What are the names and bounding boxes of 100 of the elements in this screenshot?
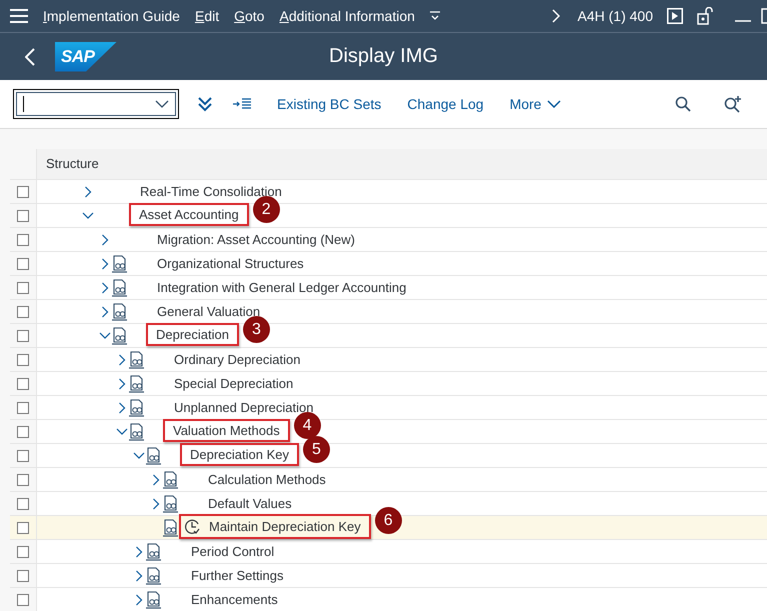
tree-node-label[interactable]: Enhancements [191,592,278,607]
unlock-icon[interactable] [697,7,713,25]
document-icon[interactable] [162,470,179,488]
checkbox[interactable] [17,426,29,438]
document-icon[interactable] [145,542,162,560]
tree-node-label[interactable]: General Valuation [157,304,260,319]
document-icon[interactable] [145,590,162,608]
menu-item[interactable]: Implementation Guide [43,8,180,24]
expand-icon[interactable] [135,546,143,558]
document-icon[interactable] [128,422,145,440]
tree-node-label[interactable]: Unplanned Depreciation [174,400,314,415]
document-icon[interactable] [145,446,162,464]
expand-icon[interactable] [84,186,92,198]
expand-icon[interactable] [101,282,109,294]
toolbar-button[interactable]: More [510,96,562,112]
checkbox[interactable] [17,474,29,486]
tree-row[interactable]: Special Depreciation [10,372,767,396]
expand-icon[interactable] [101,258,109,270]
checkbox[interactable] [17,498,29,510]
document-icon[interactable] [162,494,179,512]
tree-node-label[interactable]: Calculation Methods [208,472,326,487]
tree-row[interactable]: Period Control [10,540,767,564]
toolbar-button[interactable]: Existing BC Sets [277,96,382,112]
expand-icon[interactable] [118,354,126,366]
expand-icon[interactable] [152,498,160,510]
search-icon[interactable] [675,96,691,112]
chevron-right-icon[interactable] [552,9,560,23]
checkbox[interactable] [17,306,29,318]
tree-node-label[interactable]: Integration with General Ledger Accounting [157,280,406,295]
menu-item[interactable]: Goto [234,8,264,24]
checkbox[interactable] [17,354,29,366]
collapse-icon[interactable] [133,452,145,460]
menu-icon[interactable] [10,9,28,23]
expand-icon[interactable] [101,306,109,318]
tree-node-label[interactable]: Special Depreciation [174,376,294,391]
tree-node-label[interactable]: Depreciation [156,327,229,342]
document-icon[interactable] [128,350,145,368]
checkbox[interactable] [17,570,29,582]
menu-item[interactable]: Additional Information [279,8,415,24]
tree-row[interactable]: Ordinary Depreciation [10,348,767,372]
document-icon[interactable] [162,518,179,536]
document-icon[interactable] [111,278,128,296]
tree-node-label[interactable]: Ordinary Depreciation [174,352,300,367]
tree-node-label[interactable]: Migration: Asset Accounting (New) [157,232,355,247]
document-icon[interactable] [128,374,145,392]
checkbox[interactable] [17,210,29,222]
checkbox[interactable] [17,234,29,246]
tree-node-label[interactable]: Further Settings [191,568,284,583]
tree-row[interactable]: Migration: Asset Accounting (New) [10,228,767,252]
expand-icon[interactable] [135,570,143,582]
clock-icon[interactable] [184,518,201,535]
tree-node-label[interactable]: Period Control [191,544,274,559]
search-next-icon[interactable] [724,95,742,113]
tree-node-label[interactable]: Depreciation Key [190,447,289,462]
tree-node-label[interactable]: Real-Time Consolidation [140,184,282,199]
back-icon[interactable] [25,48,35,66]
tree-row[interactable]: Organizational Structures [10,252,767,276]
tree-row[interactable]: Calculation Methods [10,468,767,492]
expand-all-icon[interactable] [197,96,213,112]
checkbox[interactable] [17,594,29,606]
collapse-icon[interactable] [116,428,128,436]
maximize-icon[interactable] [761,8,767,24]
tree-node-label[interactable]: Default Values [208,496,292,511]
dropdown-icon[interactable] [155,100,169,108]
tree-row[interactable]: Enhancements [10,588,767,611]
expand-icon[interactable] [135,594,143,606]
toolbar-button[interactable]: Change Log [407,96,484,112]
document-icon[interactable] [111,302,128,320]
tree-row[interactable]: Integration with General Ledger Accounting [10,276,767,300]
document-icon[interactable] [145,566,162,584]
tree-row[interactable]: General Valuation [10,300,767,324]
expand-icon[interactable] [118,378,126,390]
expand-icon[interactable] [152,474,160,486]
checkbox[interactable] [17,402,29,414]
checkbox[interactable] [17,330,29,342]
expand-icon[interactable] [101,234,109,246]
document-icon[interactable] [111,326,128,344]
tree-node-label[interactable]: Valuation Methods [173,423,280,438]
play-icon[interactable] [667,8,683,24]
window-title: Display IMG [329,45,438,67]
checkbox[interactable] [17,522,29,534]
command-field[interactable] [16,92,176,116]
checkbox[interactable] [17,258,29,270]
tree-node-label[interactable]: Organizational Structures [157,256,304,271]
overflow-icon[interactable] [428,10,441,22]
checkbox[interactable] [17,450,29,462]
checkbox[interactable] [17,546,29,558]
tree-row[interactable]: Further Settings [10,564,767,588]
indent-icon[interactable] [233,98,251,110]
collapse-icon[interactable] [82,212,94,220]
checkbox[interactable] [17,378,29,390]
checkbox[interactable] [17,186,29,198]
tree-node-label[interactable]: Maintain Depreciation Key [209,519,361,534]
checkbox[interactable] [17,282,29,294]
menu-item[interactable]: Edit [194,8,220,24]
collapse-icon[interactable] [99,332,111,340]
document-icon[interactable] [128,398,145,416]
document-icon[interactable] [111,254,128,272]
expand-icon[interactable] [118,402,126,414]
tree-node-label[interactable]: Asset Accounting [139,207,239,222]
